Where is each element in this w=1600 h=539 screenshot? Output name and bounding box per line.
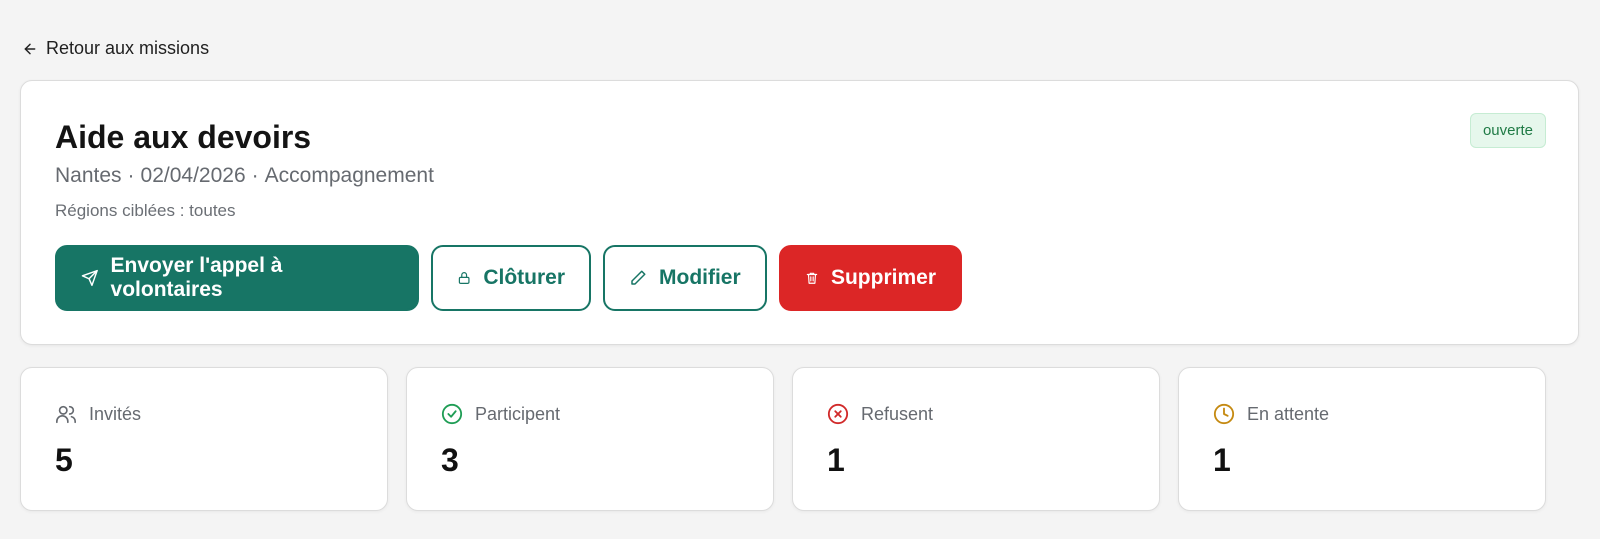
mission-card: Aide aux devoirs Nantes · 02/04/2026 · Accom… [20,80,1579,345]
clock-icon [1213,403,1235,425]
pencil-icon [631,270,646,285]
edit-mission-label: Modifier [659,266,741,289]
stat-value: 1 [827,442,845,478]
mission-actions: Envoyer l'appel à volontaires Clôturer M… [55,245,962,311]
mission-meta: Nantes · 02/04/2026 · Accompagnement [55,164,434,187]
x-circle-icon [827,403,849,425]
stat-card-invited: Invités 5 [20,367,388,511]
users-icon [56,405,76,424]
stat-label: Refusent [861,403,934,424]
check-circle-icon [441,403,463,425]
page: Retour aux missions Aide aux devoirs Nan… [0,0,1600,539]
stat-header: En attente [1213,403,1329,425]
stat-header: Invités [55,403,141,425]
stat-value: 5 [55,442,73,478]
stat-card-refused: Refusent 1 [792,367,1160,511]
stat-label: Invités [89,403,142,424]
status-badge: ouverte [1469,113,1546,148]
edit-mission-button[interactable]: Modifier [603,245,767,311]
stats-row: Invités 5 Participent 3 Refusent 1 En at… [20,367,1546,511]
stat-card-participating: Participent 3 [406,367,774,511]
back-to-missions-link[interactable]: Retour aux missions [22,38,209,59]
mission-title: Aide aux devoirs [55,119,312,155]
send-call-label: Envoyer l'appel à volontaires [110,254,283,301]
mission-city: Nantes [55,164,122,187]
lock-icon [458,272,470,284]
stat-header: Refusent [827,403,933,425]
send-call-button[interactable]: Envoyer l'appel à volontaires [55,245,419,311]
mission-category: Accompagnement [264,164,434,187]
stat-label: Participent [475,403,561,424]
stat-card-pending: En attente 1 [1178,367,1546,511]
stat-value: 1 [1213,442,1231,478]
delete-mission-button[interactable]: Supprimer [779,245,962,311]
back-link-label: Retour aux missions [46,38,210,58]
mission-regions: Régions ciblées : toutes [55,201,236,220]
trash-icon [806,272,818,284]
close-mission-label: Clôturer [483,266,565,289]
arrow-left-icon [24,43,36,54]
stat-header: Participent [441,403,560,425]
close-mission-button[interactable]: Clôturer [431,245,591,311]
send-icon [81,269,98,287]
mission-date: 02/04/2026 [140,164,246,187]
delete-mission-label: Supprimer [830,266,936,289]
stat-label: En attente [1247,403,1330,424]
stat-value: 3 [441,442,459,478]
